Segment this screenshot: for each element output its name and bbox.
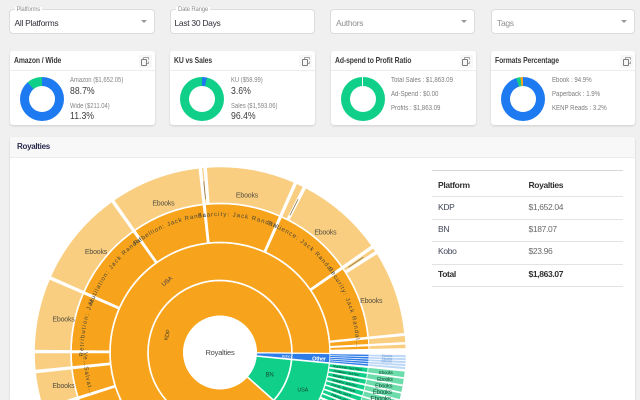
svg-text:Ebooks: Ebooks xyxy=(236,192,259,199)
svg-text:Ve…: Ve… xyxy=(81,352,88,366)
svg-text:Ebooks: Ebooks xyxy=(375,383,393,389)
svg-text:Ebooks: Ebooks xyxy=(314,230,337,237)
svg-text:Royalties: Royalties xyxy=(205,348,234,357)
svg-text:Kobo: Kobo xyxy=(282,353,292,358)
svg-text:USA: USA xyxy=(297,388,308,394)
svg-text:Ebooks: Ebooks xyxy=(85,249,108,256)
svg-text:Ebooks: Ebooks xyxy=(382,360,393,364)
svg-text:Ebooks: Ebooks xyxy=(377,377,393,383)
svg-text:Other: Other xyxy=(312,357,327,363)
svg-text:BN: BN xyxy=(266,373,274,379)
svg-text:Ebooks: Ebooks xyxy=(379,370,394,375)
svg-text:Ebooks: Ebooks xyxy=(52,317,75,324)
svg-text:Ebooks: Ebooks xyxy=(360,298,383,305)
svg-text:Ebooks: Ebooks xyxy=(52,383,75,390)
svg-text:Ebooks: Ebooks xyxy=(152,200,175,207)
svg-text:Ebooks: Ebooks xyxy=(370,396,391,400)
